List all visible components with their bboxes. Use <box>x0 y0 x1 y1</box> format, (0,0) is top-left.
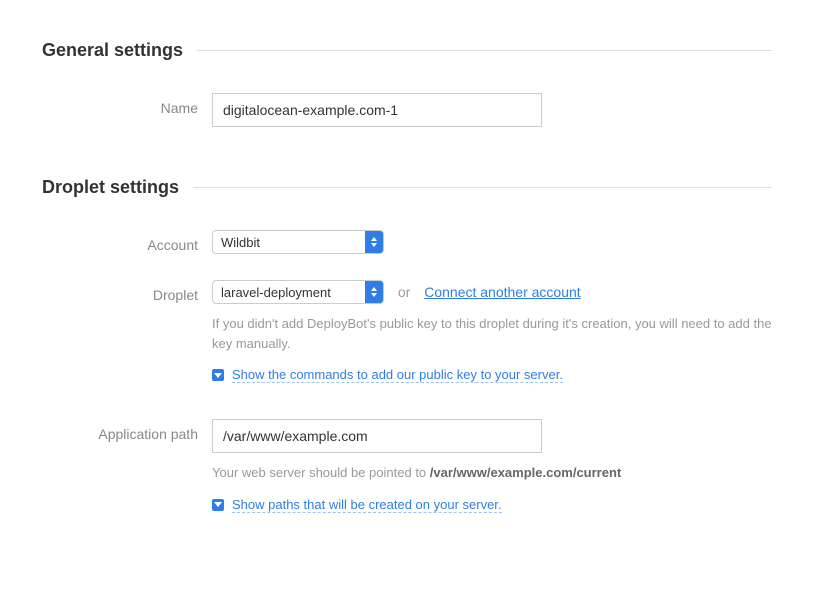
path-help-value: /var/www/example.com/current <box>430 465 621 480</box>
show-paths-link[interactable]: Show paths that will be created on your … <box>232 497 502 513</box>
droplet-settings-section: Droplet settings Account Wildbit Droplet… <box>42 177 772 513</box>
or-text: or <box>398 284 410 300</box>
account-select-wrap: Wildbit <box>212 230 384 254</box>
section-header: General settings <box>42 40 772 61</box>
connect-account-link[interactable]: Connect another account <box>424 284 580 300</box>
name-input[interactable] <box>212 93 542 127</box>
account-control: Wildbit <box>212 230 772 254</box>
app-path-label: Application path <box>42 419 212 442</box>
chevron-down-icon <box>212 369 224 381</box>
path-help-prefix: Your web server should be pointed to <box>212 465 430 480</box>
droplet-label: Droplet <box>42 280 212 303</box>
section-header: Droplet settings <box>42 177 772 198</box>
app-path-row: Application path Your web server should … <box>42 419 772 513</box>
app-path-control: Your web server should be pointed to /va… <box>212 419 772 513</box>
app-path-input[interactable] <box>212 419 542 453</box>
section-divider <box>197 50 772 51</box>
droplet-control: laravel-deployment or Connect another ac… <box>212 280 772 383</box>
droplet-row: Droplet laravel-deployment or Connect an… <box>42 280 772 383</box>
chevron-down-icon <box>212 499 224 511</box>
droplet-select[interactable]: laravel-deployment <box>212 280 384 304</box>
general-settings-section: General settings Name <box>42 40 772 127</box>
account-label: Account <box>42 230 212 253</box>
account-row: Account Wildbit <box>42 230 772 254</box>
show-commands-link[interactable]: Show the commands to add our public key … <box>232 367 563 383</box>
name-row: Name <box>42 93 772 127</box>
section-title: Droplet settings <box>42 177 193 198</box>
section-title: General settings <box>42 40 197 61</box>
droplet-select-wrap: laravel-deployment <box>212 280 384 304</box>
key-help-text: If you didn't add DeployBot's public key… <box>212 314 772 353</box>
section-divider <box>193 187 772 188</box>
show-paths-row: Show paths that will be created on your … <box>212 497 772 513</box>
account-select[interactable]: Wildbit <box>212 230 384 254</box>
path-help-text: Your web server should be pointed to /va… <box>212 463 772 483</box>
name-control <box>212 93 772 127</box>
show-commands-row: Show the commands to add our public key … <box>212 367 772 383</box>
name-label: Name <box>42 93 212 116</box>
